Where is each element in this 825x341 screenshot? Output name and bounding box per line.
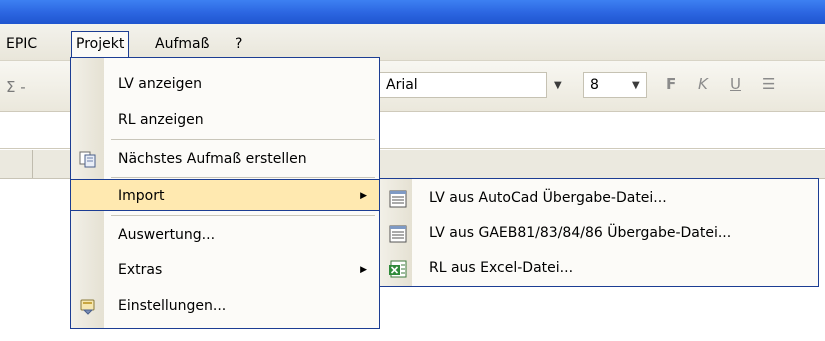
menu-separator [111, 177, 375, 178]
menu-aufmass[interactable]: Aufmaß [151, 31, 213, 57]
menu-item-einstellungen[interactable]: Einstellungen... [71, 290, 379, 322]
submenu-item-lv-autocad[interactable]: LV aus AutoCad Übergabe-Datei... [380, 181, 818, 215]
menu-item-label: Nächstes Aufmaß erstellen [118, 151, 307, 167]
list-document-icon [388, 188, 408, 208]
menu-separator [111, 215, 375, 216]
menu-item-auswertung[interactable]: Auswertung... [71, 219, 379, 251]
list-document-icon [388, 223, 408, 243]
underline-icon[interactable]: U [730, 74, 741, 94]
projekt-menu: LV anzeigen RL anzeigen Nächstes Aufmaß … [70, 57, 380, 329]
copy-document-icon [78, 149, 98, 169]
submenu-item-rl-excel[interactable]: RL aus Excel-Datei... [380, 251, 818, 285]
menu-help[interactable]: ? [231, 31, 246, 57]
font-size-dropdown-icon[interactable]: ▼ [632, 80, 640, 91]
menu-item-naechstes-aufmass[interactable]: Nächstes Aufmaß erstellen [71, 143, 379, 175]
import-submenu: LV aus AutoCad Übergabe-Datei... LV aus … [379, 178, 819, 287]
submenu-item-label: LV aus AutoCad Übergabe-Datei... [429, 190, 667, 206]
submenu-item-label: LV aus GAEB81/83/84/86 Übergabe-Datei... [429, 225, 732, 241]
menu-item-label: LV anzeigen [118, 76, 202, 92]
font-name-dropdown-icon[interactable]: ▼ [554, 80, 562, 91]
submenu-item-lv-gaeb[interactable]: LV aus GAEB81/83/84/86 Übergabe-Datei... [380, 216, 818, 250]
submenu-item-label: RL aus Excel-Datei... [429, 260, 574, 276]
menu-item-lv-anzeigen[interactable]: LV anzeigen [71, 68, 379, 100]
menu-item-extras[interactable]: Extras ▶ [71, 254, 379, 286]
menu-item-label: Auswertung... [118, 227, 216, 243]
italic-icon[interactable]: K [698, 74, 708, 94]
submenu-arrow-icon: ▶ [360, 265, 367, 275]
menu-item-label: Import [118, 188, 165, 204]
submenu-arrow-icon: ▶ [360, 191, 367, 201]
menu-separator [111, 139, 375, 140]
column-divider [32, 150, 33, 178]
menu-item-label: Extras [118, 262, 163, 278]
font-name-select[interactable]: Arial [379, 72, 547, 98]
menu-item-rl-anzeigen[interactable]: RL anzeigen [71, 104, 379, 136]
settings-hand-icon [78, 296, 98, 316]
align-left-icon[interactable]: ☰ [762, 74, 775, 94]
menu-item-label: Einstellungen... [118, 298, 227, 314]
menu-item-label: RL anzeigen [118, 112, 204, 128]
menu-projekt[interactable]: Projekt [71, 31, 130, 57]
menu-item-import[interactable]: Import ▶ [70, 179, 380, 211]
bold-icon[interactable]: F [666, 74, 676, 94]
title-bar [0, 0, 825, 24]
menu-epic[interactable]: EPIC [2, 31, 41, 57]
autosum-icon[interactable]: Σ - [6, 78, 26, 96]
excel-icon [388, 258, 408, 278]
